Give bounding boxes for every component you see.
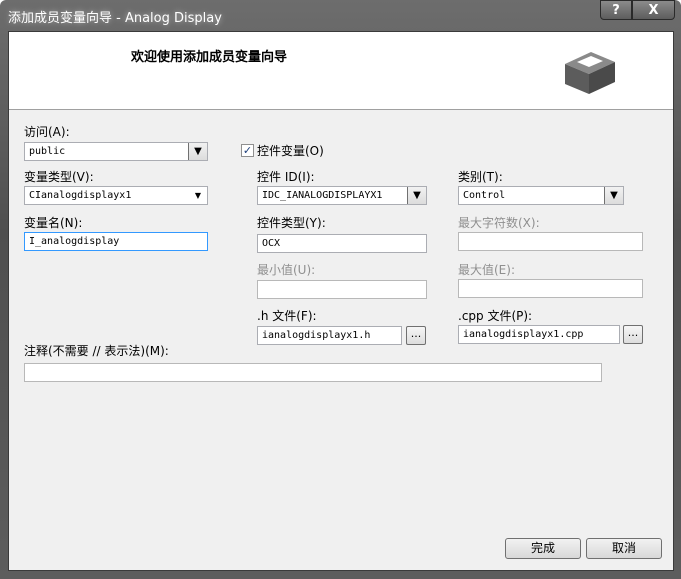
h-file-browse-button[interactable]: ... <box>406 326 426 345</box>
h-file-label: .h 文件(F): <box>257 309 317 323</box>
category-select[interactable]: Control ▼ <box>458 186 624 205</box>
max-chars-label: 最大字符数(X): <box>458 216 540 230</box>
control-type-value: OCX <box>262 238 281 249</box>
help-button[interactable]: ? <box>600 0 632 20</box>
chevron-down-icon[interactable]: ▼ <box>188 143 207 160</box>
finish-button[interactable]: 完成 <box>505 538 581 559</box>
category-value: Control <box>463 190 506 201</box>
chevron-down-icon[interactable]: ▼ <box>604 187 623 204</box>
cancel-button[interactable]: 取消 <box>586 538 662 559</box>
control-id-select[interactable]: IDC_IANALOGDISPLAYX1 ▼ <box>257 186 427 205</box>
category-label: 类别(T): <box>458 170 503 184</box>
close-button[interactable]: X <box>632 0 675 20</box>
window-frame: 添加成员变量向导 - Analog Display ? X 欢迎使用添加成员变量… <box>0 0 681 579</box>
min-value-input[interactable] <box>257 280 427 299</box>
control-type-field[interactable]: OCX <box>257 234 427 253</box>
banner-title: 欢迎使用添加成员变量向导 <box>131 50 288 65</box>
dialog-client-area: 欢迎使用添加成员变量向导 访问(A): public ▼ 变量类型(V): CI… <box>8 31 674 571</box>
control-var-checkbox[interactable]: ✓ <box>241 144 254 157</box>
control-type-label: 控件类型(Y): <box>257 216 326 230</box>
window-title: 添加成员变量向导 - Analog Display <box>8 11 222 26</box>
comment-label: 注释(不需要 // 表示法)(M): <box>24 344 169 358</box>
var-name-input[interactable]: I_analogdisplay <box>24 232 208 251</box>
var-name-value: I_analogdisplay <box>29 236 120 247</box>
var-type-value: CIanalogdisplayx1 <box>29 190 132 201</box>
var-type-combo[interactable]: CIanalogdisplayx1 ▼ <box>24 186 208 205</box>
access-value: public <box>29 146 66 157</box>
control-id-label: 控件 ID(I): <box>257 170 315 184</box>
cpp-file-input[interactable]: ianalogdisplayx1.cpp <box>458 325 620 344</box>
control-id-value: IDC_IANALOGDISPLAYX1 <box>262 190 383 201</box>
access-select[interactable]: public ▼ <box>24 142 208 161</box>
wizard-banner: 欢迎使用添加成员变量向导 <box>9 32 673 110</box>
min-value-label: 最小值(U): <box>257 263 316 277</box>
cpp-file-value: ianalogdisplayx1.cpp <box>463 329 584 340</box>
access-label: 访问(A): <box>24 125 70 139</box>
chevron-down-icon[interactable]: ▼ <box>407 187 426 204</box>
cpp-file-label: .cpp 文件(P): <box>458 309 533 323</box>
var-name-label: 变量名(N): <box>24 216 83 230</box>
chevron-down-icon[interactable]: ▼ <box>189 187 207 204</box>
box-icon <box>565 52 615 94</box>
comment-input[interactable] <box>24 363 602 382</box>
title-bar[interactable]: 添加成员变量向导 - Analog Display ? X <box>0 0 681 30</box>
max-value-label: 最大值(E): <box>458 263 515 277</box>
control-var-label[interactable]: 控件变量(O) <box>257 142 324 159</box>
h-file-input[interactable]: ianalogdisplayx1.h <box>257 326 402 345</box>
var-type-label: 变量类型(V): <box>24 170 94 184</box>
max-chars-input[interactable] <box>458 232 643 251</box>
h-file-value: ianalogdisplayx1.h <box>262 330 371 341</box>
cpp-file-browse-button[interactable]: ... <box>623 325 643 344</box>
max-value-input[interactable] <box>458 279 643 298</box>
